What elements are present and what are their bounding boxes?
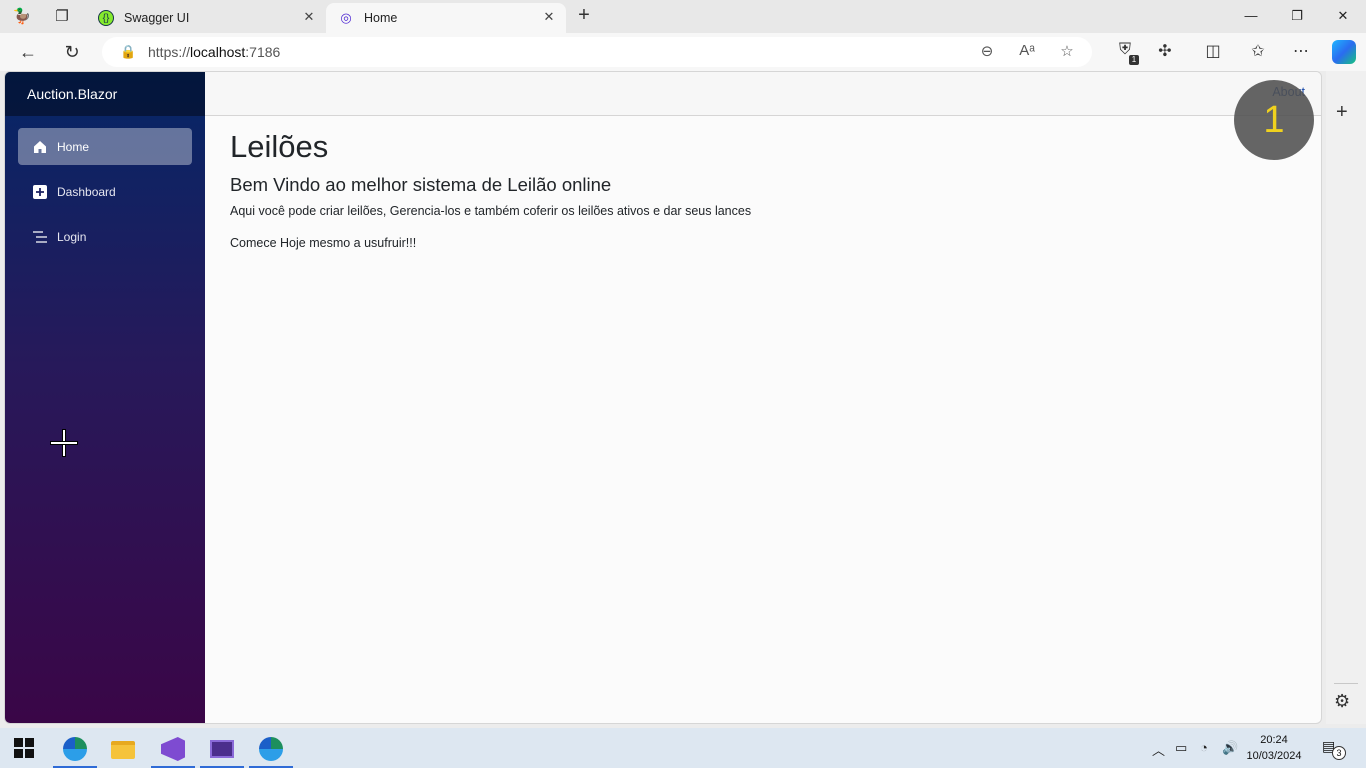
url-host: localhost [190, 44, 246, 60]
taskbar-visual-studio[interactable] [151, 732, 195, 768]
zoom-out-icon[interactable]: ⊖ [977, 42, 997, 60]
page-title: Leilões [230, 129, 329, 164]
url-port: :7186 [245, 44, 281, 60]
brand-title[interactable]: Auction.Blazor [5, 72, 205, 116]
plus-square-icon [32, 184, 48, 200]
page-subtitle: Bem Vindo ao melhor sistema de Leilão on… [230, 174, 612, 195]
minimize-button[interactable]: — [1228, 4, 1274, 28]
top-row: About 1 [205, 72, 1321, 160]
tab-swagger[interactable]: {} Swagger UI ✕ [86, 3, 326, 33]
volume-icon[interactable]: 🔊 [1222, 740, 1238, 756]
wifi-icon[interactable]: ◔ [1200, 740, 1208, 755]
refresh-icon[interactable]: ↻ [59, 39, 85, 65]
close-tab-icon[interactable]: ✕ [540, 9, 558, 25]
split-screen-icon[interactable]: ◫ [1200, 41, 1226, 63]
sidebar-nav: Home Dashboard Login [5, 116, 205, 255]
system-clock[interactable]: 20:24 10/03/2024 [1244, 732, 1304, 764]
browser-titlebar: 🦆 ❐ {} Swagger UI ✕ ◎ Home ✕ + — ❐ ✕ [0, 0, 1366, 33]
favorite-star-icon[interactable]: ☆ [1057, 42, 1077, 60]
blazor-icon: ◎ [340, 10, 352, 25]
clock-time: 20:24 [1260, 734, 1288, 746]
new-tab-button[interactable]: + [572, 4, 596, 28]
sidebar-item-label: Home [57, 139, 90, 154]
sidebar-item-login[interactable]: Login [18, 218, 192, 255]
sidebar-item-label: Login [57, 229, 87, 244]
notification-badge: 3 [1332, 746, 1346, 760]
url-text[interactable]: https://localhost:7186 [148, 44, 280, 60]
workspaces-icon[interactable]: ❐ [50, 5, 74, 27]
windows-start-icon[interactable] [14, 738, 34, 758]
back-arrow-icon[interactable]: ← [15, 39, 41, 65]
visual-studio-icon [161, 737, 185, 761]
tab-title: Home [364, 11, 398, 25]
intro-paragraph: Aqui você pode criar leilões, Gerencia-l… [230, 204, 752, 218]
taskbar-file-explorer[interactable] [101, 732, 145, 768]
taskbar-edge-app-2[interactable] [249, 732, 293, 768]
read-aloud-icon[interactable]: Aᵃ [1017, 42, 1037, 59]
extensions-puzzle-icon[interactable]: ✣ [1152, 41, 1178, 63]
browser-toolbar: ← ↻ 🔒 https://localhost:7186 ⊖ Aᵃ ☆ ⛨ 1 ✣… [0, 33, 1366, 71]
sidebar-item-dashboard[interactable]: Dashboard [18, 173, 192, 210]
crosshair-cursor-icon [51, 430, 77, 456]
list-icon [32, 229, 48, 245]
console-icon [210, 740, 234, 758]
windows-taskbar: ︿ ▭ ◔ 🔊 20:24 10/03/2024 ▤ 3 [0, 728, 1366, 768]
chevron-up-icon[interactable]: ︿ [1152, 740, 1165, 759]
sidebar-item-label: Dashboard [57, 184, 116, 199]
close-window-button[interactable]: ✕ [1320, 4, 1366, 28]
swagger-icon: {} [98, 10, 114, 26]
taskbar-vs-debug-console[interactable] [200, 732, 244, 768]
copilot-icon[interactable] [1332, 40, 1356, 64]
lock-icon[interactable]: 🔒 [120, 44, 136, 60]
favorites-icon[interactable]: ✩ [1245, 41, 1271, 63]
taskbar-edge-app[interactable] [53, 732, 97, 768]
home-icon [32, 139, 48, 155]
sidebar-item-home[interactable]: Home [18, 128, 192, 165]
extension-badge: 1 [1129, 55, 1139, 65]
close-tab-icon[interactable]: ✕ [300, 9, 318, 25]
notification-center-icon[interactable]: ▤ 3 [1322, 738, 1346, 760]
cta-paragraph: Comece Hoje mesmo a usufruir!!! [230, 236, 417, 250]
main-content: Leilões Bem Vindo ao melhor sistema de L… [230, 129, 1310, 268]
edge-sidebar: + ⚙ [1326, 71, 1366, 724]
tab-title: Swagger UI [124, 11, 190, 25]
url-scheme: https:// [148, 44, 191, 60]
address-bar[interactable]: 🔒 https://localhost:7186 ⊖ Aᵃ ☆ [102, 37, 1092, 67]
restore-button[interactable]: ❐ [1274, 4, 1320, 28]
gear-icon[interactable]: ⚙ [1334, 691, 1350, 712]
more-menu-icon[interactable]: ⋯ [1288, 41, 1314, 63]
folder-icon [111, 741, 135, 759]
clock-date: 10/03/2024 [1246, 750, 1302, 762]
tab-home[interactable]: ◎ Home ✕ [326, 3, 566, 33]
sidebar-divider [1334, 683, 1358, 684]
edge-icon [259, 737, 283, 761]
extension-shield-icon[interactable]: ⛨ 1 [1112, 41, 1139, 65]
profile-avatar-icon[interactable]: 🦆 [10, 5, 34, 27]
sidebar: Auction.Blazor Home Dashboard Login [5, 72, 205, 723]
battery-icon[interactable]: ▭ [1175, 740, 1187, 756]
page-viewport: Auction.Blazor Home Dashboard Login 1 Le… [4, 71, 1322, 724]
add-sidebar-app-icon[interactable]: + [1336, 101, 1348, 124]
edge-icon [63, 737, 87, 761]
